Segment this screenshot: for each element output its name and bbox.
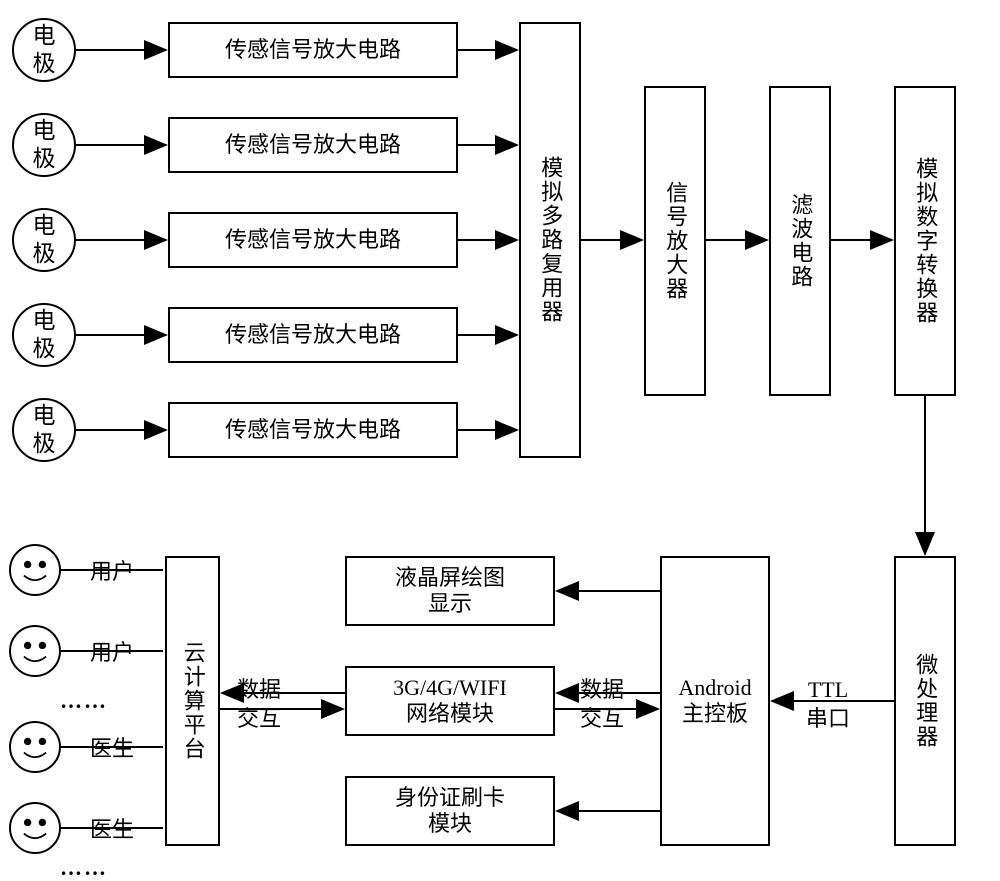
user-label: 用户 (90, 639, 134, 668)
mcu-box: 微处理器 (894, 556, 956, 846)
sensor-amp-label: 传感信号放大电路 (225, 132, 401, 158)
ttl-label: TTL 串口 (806, 676, 850, 733)
android-box: Android 主控板 (660, 556, 770, 846)
doctor-face-icon (9, 721, 61, 773)
electrode-node: 电 极 (12, 18, 76, 82)
electrode-label: 电 极 (33, 307, 56, 362)
net-label: 3G/4G/WIFI 网络模块 (393, 675, 507, 728)
electrode-label: 电 极 (33, 22, 56, 77)
idcard-label: 身份证刷卡 模块 (395, 785, 505, 838)
mux-label: 模拟多路复用器 (537, 156, 563, 324)
doctor-face-icon (9, 802, 61, 854)
arrows-layer (0, 0, 1000, 869)
mcu-label: 微处理器 (912, 653, 938, 749)
adc-label: 模拟数字转换器 (912, 157, 938, 325)
idcard-box: 身份证刷卡 模块 (345, 776, 555, 846)
doctor-label: 医生 (90, 816, 134, 845)
electrode-node: 电 极 (12, 398, 76, 462)
filter-box: 滤波电路 (769, 86, 831, 396)
electrode-label: 电 极 (33, 117, 56, 172)
sensor-amp-box: 传感信号放大电路 (168, 307, 458, 363)
electrode-node: 电 极 (12, 113, 76, 177)
sensor-amp-label: 传感信号放大电路 (225, 417, 401, 443)
user-face-icon (9, 625, 61, 677)
adc-box: 模拟数字转换器 (894, 86, 956, 396)
user-face-icon (9, 544, 61, 596)
lcd-label: 液晶屏绘图 显示 (395, 565, 505, 618)
sensor-amp-box: 传感信号放大电路 (168, 117, 458, 173)
ellipsis: …… (60, 855, 108, 881)
doctor-label: 医生 (90, 735, 134, 764)
sensor-amp-box: 传感信号放大电路 (168, 402, 458, 458)
sig-amp-box: 信号放大器 (644, 86, 706, 396)
lcd-box: 液晶屏绘图 显示 (345, 556, 555, 626)
filter-label: 滤波电路 (787, 193, 813, 289)
sensor-amp-label: 传感信号放大电路 (225, 227, 401, 253)
cloud-label: 云计算平台 (179, 641, 205, 761)
sensor-amp-box: 传感信号放大电路 (168, 22, 458, 78)
sensor-amp-label: 传感信号放大电路 (225, 37, 401, 63)
sensor-amp-box: 传感信号放大电路 (168, 212, 458, 268)
sensor-amp-label: 传感信号放大电路 (225, 322, 401, 348)
data-exchange-label: 数据 交互 (237, 676, 281, 733)
ellipsis: …… (60, 688, 108, 714)
electrode-label: 电 极 (33, 402, 56, 457)
user-label: 用户 (90, 558, 134, 587)
android-label: Android 主控板 (678, 675, 751, 728)
net-box: 3G/4G/WIFI 网络模块 (345, 666, 555, 736)
electrode-node: 电 极 (12, 208, 76, 272)
mux-box: 模拟多路复用器 (519, 22, 581, 458)
sig-amp-label: 信号放大器 (662, 181, 688, 301)
electrode-node: 电 极 (12, 303, 76, 367)
data-exchange-label: 数据 交互 (580, 676, 624, 733)
cloud-box: 云计算平台 (165, 556, 220, 846)
electrode-label: 电 极 (33, 212, 56, 267)
